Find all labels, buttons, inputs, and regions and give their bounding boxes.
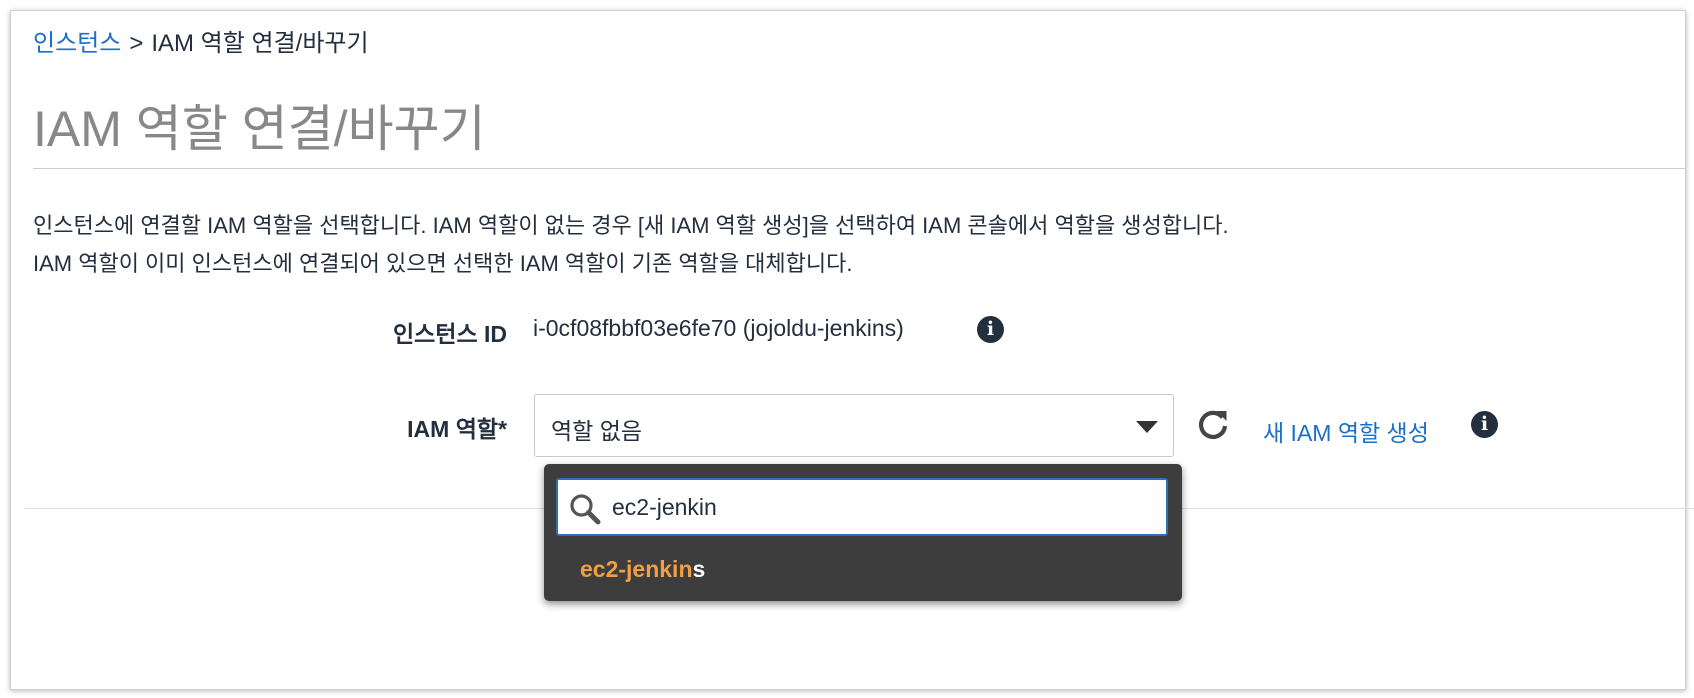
create-iam-role-link[interactable]: 새 IAM 역할 생성 bbox=[1263, 414, 1429, 448]
iam-role-label: IAM 역할* bbox=[407, 416, 507, 442]
option-match-text: ec2-jenkin bbox=[580, 556, 693, 582]
option-rest-text: s bbox=[692, 556, 706, 582]
iam-role-select[interactable]: 역할 없음 bbox=[534, 394, 1174, 457]
role-dropdown-panel: ec2-jenkins bbox=[544, 464, 1182, 601]
refresh-icon[interactable] bbox=[1195, 407, 1231, 443]
info-icon[interactable]: i bbox=[977, 316, 1004, 343]
page-description: 인스턴스에 연결할 IAM 역할을 선택합니다. IAM 역할이 없는 경우 [… bbox=[33, 207, 1229, 283]
breadcrumb: 인스턴스 > IAM 역할 연결/바꾸기 bbox=[33, 29, 369, 59]
chevron-down-icon bbox=[1136, 421, 1158, 433]
title-divider bbox=[33, 168, 1685, 169]
page-frame: 인스턴스 > IAM 역할 연결/바꾸기 IAM 역할 연결/바꾸기 인스턴스에 연… bbox=[10, 10, 1694, 690]
description-line-2: IAM 역할이 이미 인스턴스에 연결되어 있으면 선택한 IAM 역할이 기존… bbox=[33, 251, 853, 276]
search-icon bbox=[570, 494, 601, 525]
role-search-box bbox=[556, 478, 1168, 536]
breadcrumb-separator: > bbox=[129, 30, 144, 57]
instance-id-label: 인스턴스 ID bbox=[392, 321, 507, 347]
page-title: IAM 역할 연결/바꾸기 bbox=[33, 101, 486, 157]
instance-id-value: i-0cf08fbbf03e6fe70 (jojoldu-jenkins) bbox=[533, 315, 904, 341]
info-icon[interactable]: i bbox=[1471, 411, 1498, 438]
iam-role-selected-value: 역할 없음 bbox=[551, 418, 643, 444]
role-option-ec2-jenkins[interactable]: ec2-jenkins bbox=[580, 556, 705, 583]
breadcrumb-link-instances[interactable]: 인스턴스 bbox=[33, 30, 121, 57]
role-search-input[interactable] bbox=[612, 489, 1152, 525]
breadcrumb-current: IAM 역할 연결/바꾸기 bbox=[151, 30, 369, 57]
description-line-1: 인스턴스에 연결할 IAM 역할을 선택합니다. IAM 역할이 없는 경우 [… bbox=[33, 213, 1229, 238]
